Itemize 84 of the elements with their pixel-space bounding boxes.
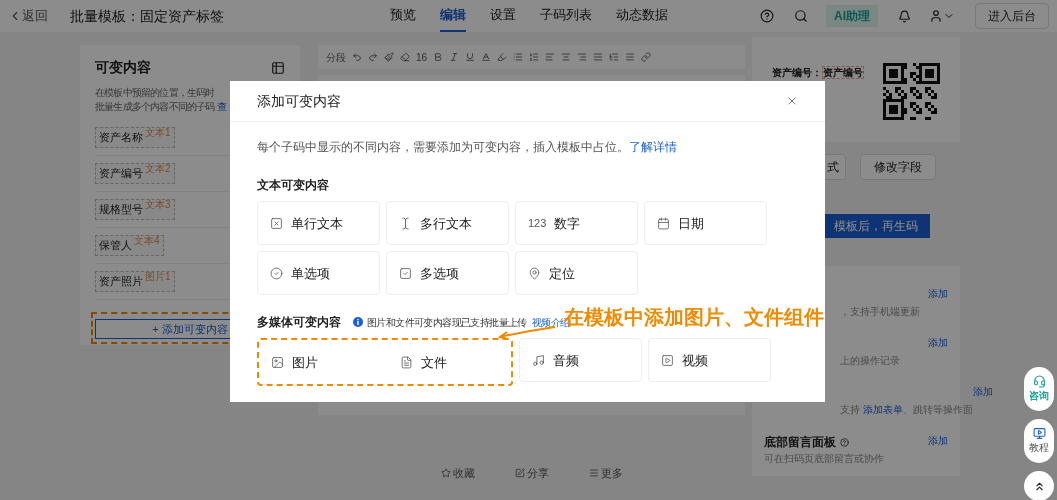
star-icon (440, 468, 451, 479)
close-icon[interactable] (786, 95, 798, 107)
add-link[interactable]: 添加 (928, 329, 948, 378)
align-right-icon[interactable] (577, 52, 588, 62)
page-title: 批量模板：固定资产标签 (70, 6, 224, 26)
section-title: 文本可变内容 (257, 177, 329, 195)
undo-icon[interactable] (352, 52, 362, 62)
panel-description: 在模板中预留的位置，生码时 (95, 86, 216, 100)
align-left-icon[interactable] (545, 52, 556, 62)
footer-action[interactable]: 分享 (514, 465, 549, 482)
dialog-description: 每个子码中显示的不同内容，需要添加为可变内容，插入模板中占位。 (257, 141, 629, 153)
video-screen-icon (1032, 427, 1046, 440)
map-pin-icon (528, 266, 541, 280)
bullet-list-icon[interactable] (513, 52, 524, 62)
image-icon (271, 355, 284, 369)
footer-action[interactable]: 更多 (588, 465, 623, 482)
font-size-select[interactable]: 16 (416, 49, 428, 65)
panel-description: 批量生成多个内容不同的子码 (95, 101, 215, 112)
tutorial-button[interactable]: 教程 (1024, 419, 1054, 463)
qr-code (883, 63, 940, 120)
file-icon (400, 355, 413, 369)
add-link[interactable]: 添加 (928, 280, 948, 329)
learn-more-link[interactable]: 了解详情 (629, 141, 677, 153)
calendar-icon (657, 216, 670, 230)
option-card[interactable]: 单选项 (257, 251, 380, 296)
option-card[interactable]: 音频 (519, 338, 642, 383)
option-card[interactable]: 多行文本 (386, 201, 509, 246)
underline-icon[interactable] (465, 52, 476, 62)
section-note: 图片和文件可变内容现已支持批量上传 (367, 315, 527, 330)
back-button[interactable]: 返回 (8, 6, 48, 26)
info-icon (353, 317, 363, 328)
back-to-top-button[interactable] (1024, 471, 1054, 500)
search-icon[interactable] (794, 9, 808, 23)
table-icon[interactable] (271, 60, 285, 75)
console-button[interactable]: 进入后台 (975, 3, 1049, 29)
panel-title: 可变内容 (95, 58, 151, 77)
align-justify-icon[interactable] (593, 52, 604, 62)
add-link[interactable]: 添加 (972, 378, 993, 427)
align-center-icon[interactable] (561, 52, 572, 62)
view-link[interactable]: 查 (216, 101, 226, 112)
font-color-icon[interactable] (481, 52, 492, 62)
paragraph-button[interactable]: 分段 (326, 49, 346, 65)
highlighter-icon[interactable] (497, 52, 508, 62)
text-box-icon (270, 216, 283, 230)
field-label: 资产编号： (772, 67, 822, 78)
add-form-link[interactable]: 添加表单 (862, 404, 903, 415)
add-link[interactable]: 添加 (928, 427, 948, 476)
italic-icon[interactable] (449, 52, 460, 62)
consult-button[interactable]: 咨询 (1024, 367, 1054, 411)
help-icon[interactable] (840, 437, 849, 447)
nav-tab[interactable]: 编辑 (440, 0, 466, 32)
component-title: 底部留言面板 (764, 434, 836, 451)
share-icon (514, 468, 525, 479)
option-card[interactable]: 单行文本 (257, 201, 380, 246)
menu-icon (588, 468, 599, 479)
option-card[interactable]: 日期 (644, 201, 767, 246)
music-note-icon (532, 353, 545, 367)
user-icon[interactable] (929, 9, 943, 23)
numbered-list-icon[interactable] (529, 52, 540, 62)
help-icon[interactable] (760, 9, 774, 23)
nav-tab[interactable]: 预览 (390, 0, 416, 32)
option-card[interactable]: 123 数字 (515, 201, 638, 246)
paint-brush-icon[interactable] (384, 52, 394, 62)
nav-tab[interactable]: 子码列表 (540, 0, 592, 32)
option-card[interactable]: 多选项 (386, 251, 509, 296)
check-square-icon (399, 266, 412, 280)
field-value: 资产编号 (822, 66, 864, 79)
option-card[interactable]: 定位 (515, 251, 638, 296)
nav-tab[interactable]: 动态数据 (616, 0, 668, 32)
headset-icon (1032, 375, 1046, 388)
footer-action[interactable]: 收藏 (440, 465, 475, 482)
bell-icon[interactable] (898, 9, 911, 23)
check-circle-icon (270, 266, 283, 280)
link-icon[interactable] (641, 52, 652, 62)
option-card[interactable]: 视频 (648, 338, 771, 383)
line-height-icon[interactable] (609, 52, 620, 62)
bold-icon[interactable] (433, 52, 444, 62)
eraser-icon[interactable] (400, 52, 410, 62)
redo-icon[interactable] (368, 52, 378, 62)
number-icon: 123 (528, 215, 547, 232)
play-square-icon (661, 353, 674, 367)
action-button[interactable]: 修改字段 (860, 154, 936, 180)
nav-tab[interactable]: 设置 (490, 0, 516, 32)
dialog-title: 添加可变内容 (257, 91, 341, 111)
